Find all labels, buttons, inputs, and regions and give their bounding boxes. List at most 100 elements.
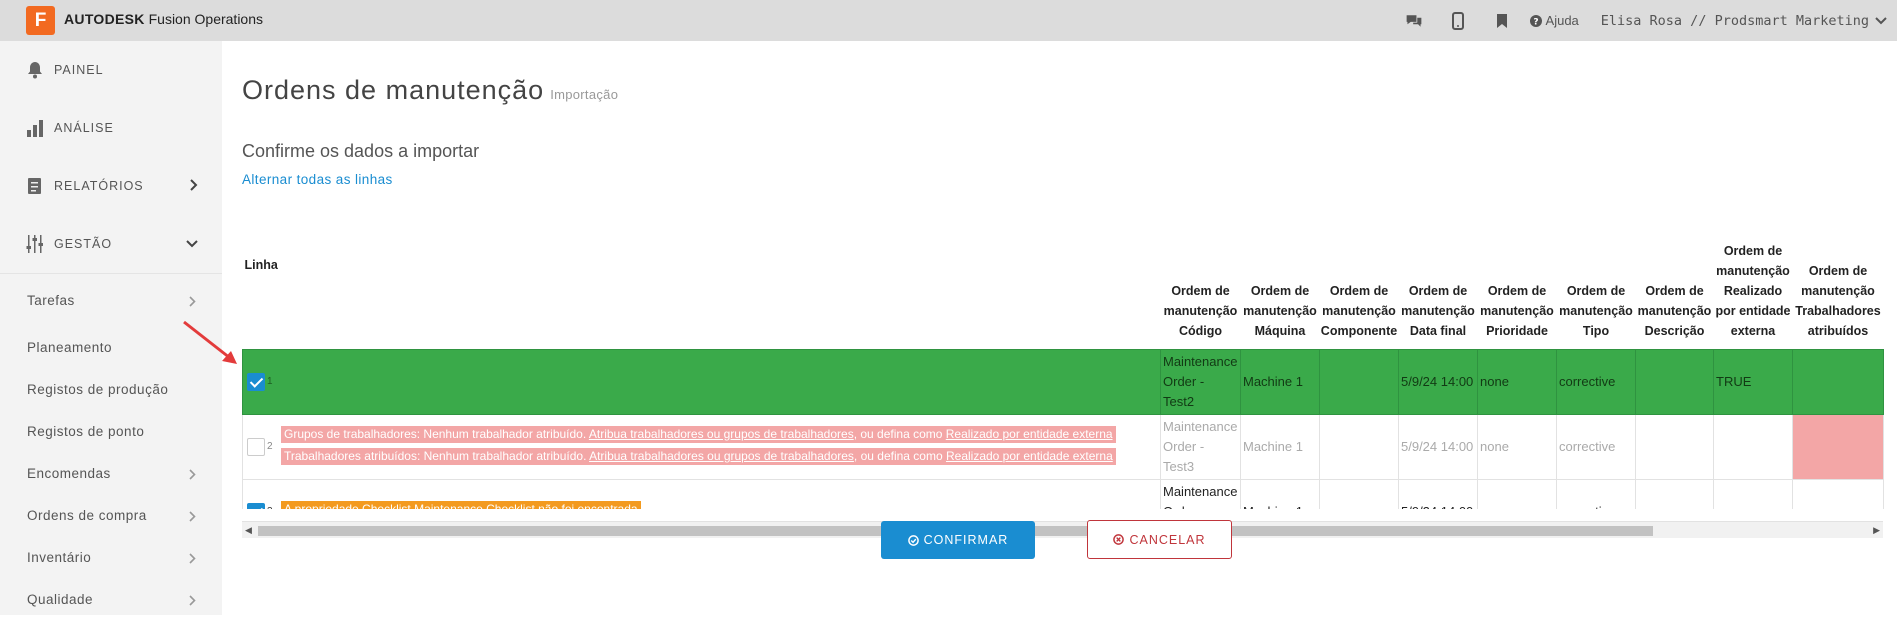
sidebar-subitem-label: Encomendas — [27, 465, 111, 481]
table-cell — [1635, 348, 1714, 415]
table-cell: none — [1477, 413, 1557, 480]
table-cell: 5/9/24 14:00 — [1398, 413, 1478, 480]
sidebar-subitem-label: Tarefas — [27, 292, 75, 308]
cancel-circle-icon — [1113, 534, 1125, 545]
column-header: Ordem de manutenção Prioridade — [1480, 283, 1554, 338]
column-header: Ordem de manutenção Máquina — [1243, 283, 1317, 338]
assign-workers-link[interactable]: Atribua trabalhadores ou grupos de traba… — [589, 449, 854, 463]
main-content: Ordens de manutenção Importação Confirme … — [222, 41, 1897, 615]
row-checkbox[interactable] — [247, 373, 265, 392]
external-entity-link[interactable]: Realizado por entidade externa — [946, 427, 1113, 441]
sidebar-subitem[interactable]: Encomendas — [0, 452, 222, 494]
help-icon: ? — [1529, 14, 1542, 27]
toggle-all-rows-link[interactable]: Alternar todas as linhas — [242, 172, 393, 187]
confirm-heading: Confirme os dados a importar — [242, 141, 480, 161]
sidebar-subitem-label: Inventário — [27, 549, 92, 565]
table-cell: corrective — [1556, 478, 1636, 509]
bar-chart-icon — [26, 118, 46, 138]
table-cell: none — [1477, 348, 1557, 415]
table-cell — [1635, 413, 1714, 480]
page-subtitle: Importação — [550, 87, 619, 102]
column-header: Ordem de manutenção Trabalhadores atribu… — [1795, 263, 1881, 338]
sidebar-subitem[interactable]: Qualidade — [0, 578, 222, 620]
chevron-right-icon — [189, 594, 196, 609]
row-number: 3 — [267, 506, 273, 510]
table-cell: corrective — [1556, 413, 1636, 480]
chevron-right-icon — [189, 510, 196, 525]
table-cell: TRUE — [1713, 348, 1793, 415]
column-header: Ordem de manutenção Realizado por entida… — [1715, 243, 1791, 338]
table-row: 2 Grupos de trabalhadores: Nenhum trabalh… — [242, 413, 1884, 480]
import-table: Linha Ordem de manutenção Código Ordem de … — [242, 189, 1884, 509]
table-cell: corrective — [1556, 348, 1636, 415]
table-cell — [1792, 348, 1884, 415]
assign-workers-link[interactable]: Atribua trabalhadores ou grupos de traba… — [589, 427, 854, 441]
row-select-cell: 1 — [242, 348, 1161, 415]
sidebar-subitem[interactable]: Registos de ponto — [0, 410, 222, 452]
table-cell — [1792, 478, 1884, 509]
table-row: 1 Maintenance Order - Test2 Machine 1 5/9/2… — [242, 348, 1884, 415]
sidebar-subitem-label: Registos de produção — [27, 381, 169, 397]
sidebar-item-relatorios[interactable]: RELATÓRIOS — [0, 157, 222, 215]
table-cell: Maintenance Order - Test4 — [1160, 478, 1241, 509]
sidebar-item-label: RELATÓRIOS — [54, 179, 144, 193]
confirm-button[interactable]: CONFIRMAR — [881, 521, 1035, 559]
help-link[interactable]: ? Ajuda — [1529, 13, 1579, 28]
column-header: Ordem de manutenção Tipo — [1559, 283, 1633, 338]
sidebar-item-label: GESTÃO — [54, 237, 113, 251]
table-cell: 5/9/24 14:00 — [1398, 478, 1478, 509]
scroll-right-icon[interactable]: ▶ — [1873, 525, 1880, 536]
table-cell: Machine 1 — [1240, 413, 1320, 480]
cancel-button[interactable]: CANCELAR — [1087, 520, 1232, 559]
import-table-container: Linha Ordem de manutenção Código Ordem de … — [242, 189, 1897, 509]
sidebar-item-painel[interactable]: PAINEL — [0, 41, 222, 99]
help-label: Ajuda — [1545, 13, 1579, 28]
table-cell — [1713, 413, 1793, 480]
column-header: Ordem de manutenção Componente — [1320, 283, 1398, 338]
chevron-down-icon — [186, 237, 198, 251]
confirm-label: CONFIRMAR — [923, 533, 1009, 547]
sidebar-item-label: ANÁLISE — [54, 121, 114, 135]
table-cell — [1319, 478, 1399, 509]
annotation-arrow — [183, 320, 237, 364]
row-select-cell: 3 A propriedade Checklist Maintenance Che… — [242, 478, 1161, 510]
table-cell — [1635, 478, 1714, 509]
page-title-text: Ordens de manutenção — [242, 75, 545, 105]
sidebar-item-analise[interactable]: ANÁLISE — [0, 99, 222, 157]
table-cell: Machine 1 — [1240, 478, 1320, 509]
row-checkbox[interactable] — [247, 438, 265, 457]
error-mid-text: , ou defina como — [853, 448, 946, 463]
sidebar-subitem[interactable]: Registos de produção — [0, 368, 222, 410]
chevron-right-icon — [189, 295, 196, 310]
column-header: Ordem de manutenção Código — [1163, 283, 1238, 338]
mobile-icon[interactable] — [1449, 11, 1467, 30]
table-cell — [1319, 348, 1399, 415]
user-menu[interactable]: Elisa Rosa // Prodsmart Marketing — [1601, 13, 1869, 29]
scroll-left-icon[interactable]: ◀ — [245, 525, 252, 536]
row-checkbox[interactable] — [247, 503, 265, 509]
svg-text:?: ? — [1533, 17, 1538, 27]
table-cell: Maintenance Order - Test3 — [1160, 413, 1241, 480]
external-entity-link[interactable]: Realizado por entidade externa — [946, 449, 1113, 463]
sidebar-item-gestao[interactable]: GESTÃO — [0, 215, 222, 273]
page-title: Ordens de manutenção Importação — [242, 75, 618, 106]
sidebar-subitem-label: Ordens de compra — [27, 507, 147, 523]
error-text: Grupos de trabalhadores: Nenhum trabalha… — [284, 426, 589, 441]
warning-message: A propriedade Checklist Maintenance Chec… — [281, 500, 641, 509]
horizontal-scrollbar[interactable]: ◀ ▶ — [242, 521, 1883, 538]
sidebar-subitem[interactable]: Inventário — [0, 536, 222, 578]
table-cell: 5/9/24 14:00 — [1398, 348, 1478, 415]
bookmark-icon[interactable] — [1493, 12, 1511, 30]
table-cell: Maintenance Order - Test2 — [1160, 348, 1241, 415]
fusion-logo[interactable]: F — [26, 6, 55, 35]
brand-bold: AUTODESK — [64, 11, 145, 27]
sidebar-subitem[interactable]: Ordens de compra — [0, 494, 222, 536]
row-number: 1 — [267, 375, 273, 387]
chat-icon[interactable] — [1405, 12, 1423, 30]
sidebar-subitem-label: Planeamento — [27, 339, 113, 355]
error-message: Grupos de trabalhadores: Nenhum trabalha… — [281, 425, 1116, 443]
bell-icon — [26, 60, 46, 80]
chevron-down-icon[interactable] — [1875, 12, 1887, 30]
sliders-icon — [26, 234, 46, 254]
brand-name[interactable]: AUTODESK Fusion Operations — [64, 11, 263, 27]
